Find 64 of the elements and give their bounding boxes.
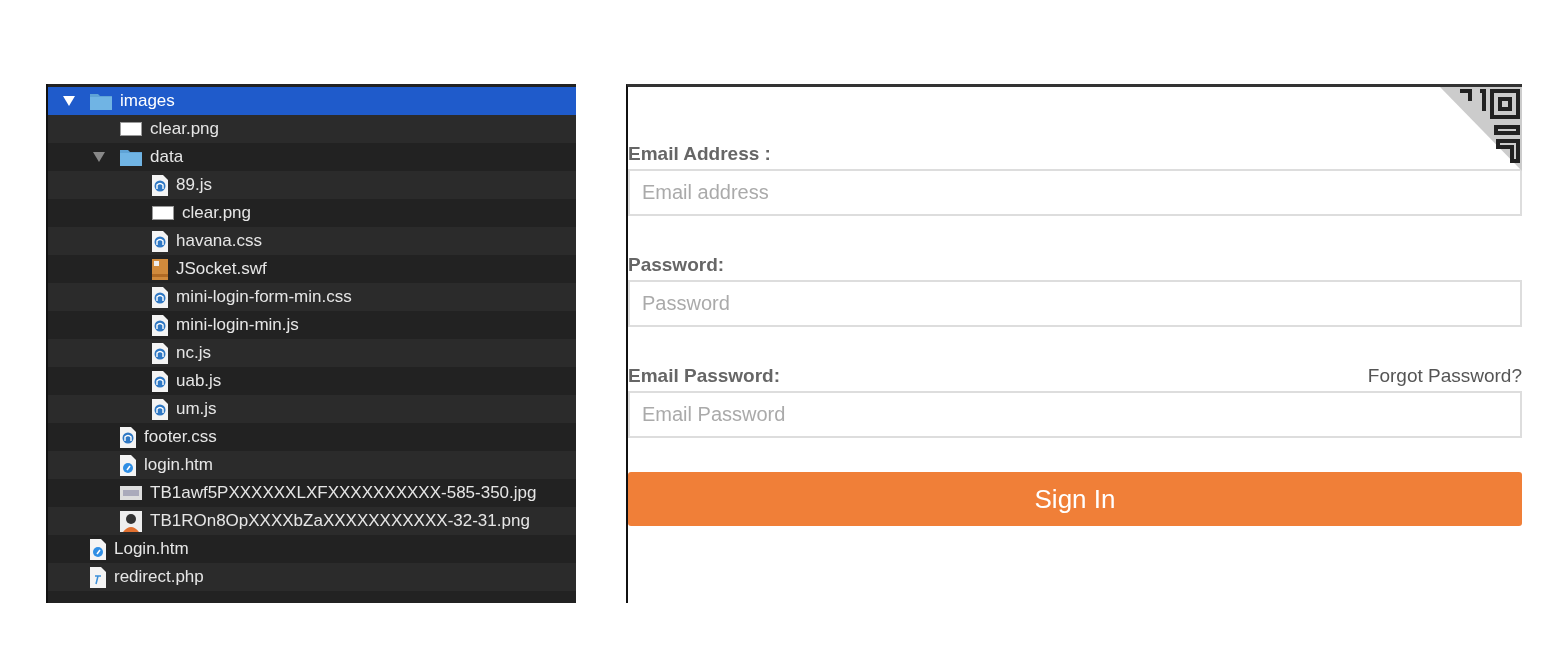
- code-file-icon: [152, 370, 168, 392]
- qr-code-icon[interactable]: [1440, 87, 1522, 171]
- tree-row[interactable]: redirect.php: [48, 563, 576, 591]
- tree-row[interactable]: images: [48, 87, 576, 115]
- file-name: Login.htm: [114, 539, 189, 559]
- archive-file-icon: [152, 258, 168, 280]
- tree-row[interactable]: data: [48, 143, 576, 171]
- tree-row[interactable]: um.js: [48, 395, 576, 423]
- file-name: login.htm: [144, 455, 213, 475]
- file-name: mini-login-min.js: [176, 315, 299, 335]
- image-file-icon: [120, 122, 142, 136]
- code-file-icon: [152, 398, 168, 420]
- tree-row[interactable]: mini-login-min.js: [48, 311, 576, 339]
- code-file-icon: [152, 342, 168, 364]
- input-field[interactable]: Email address: [628, 169, 1522, 216]
- file-name: havana.css: [176, 231, 262, 251]
- script-file-icon: [90, 566, 106, 588]
- file-name: JSocket.swf: [176, 259, 267, 279]
- file-name: clear.png: [150, 119, 219, 139]
- field-label: Password:: [628, 254, 725, 276]
- file-name: TB1ROn8OpXXXXbZaXXXXXXXXXXX-32-31.png: [150, 511, 530, 531]
- person-image-icon: [120, 510, 142, 532]
- file-name: uab.js: [176, 371, 222, 391]
- tree-row[interactable]: havana.css: [48, 227, 576, 255]
- file-name: 89.js: [176, 175, 212, 195]
- code-file-icon: [152, 174, 168, 196]
- file-name: TB1awf5PXXXXXXLXFXXXXXXXXXX-585-350.jpg: [150, 483, 537, 503]
- file-name: mini-login-form-min.css: [176, 287, 352, 307]
- code-file-icon: [120, 426, 136, 448]
- disclosure-triangle-icon[interactable]: [92, 151, 106, 163]
- tree-row[interactable]: TB1awf5PXXXXXXLXFXXXXXXXXXX-585-350.jpg: [48, 479, 576, 507]
- field-label: Email Password:: [628, 365, 781, 387]
- file-name: footer.css: [144, 427, 217, 447]
- disclosure-triangle-icon[interactable]: [62, 95, 76, 107]
- file-name: images: [120, 91, 175, 111]
- input-field[interactable]: Password: [628, 280, 1522, 327]
- tree-row[interactable]: clear.png: [48, 115, 576, 143]
- tree-row[interactable]: Login.htm: [48, 535, 576, 563]
- tree-row[interactable]: clear.png: [48, 199, 576, 227]
- file-name: clear.png: [182, 203, 251, 223]
- code-file-icon: [152, 314, 168, 336]
- tree-row[interactable]: uab.js: [48, 367, 576, 395]
- tree-row[interactable]: JSocket.swf: [48, 255, 576, 283]
- folder-icon: [120, 148, 142, 166]
- field-label: Email Address :: [628, 143, 771, 165]
- forgot-password-link[interactable]: Forgot Password?: [1367, 365, 1522, 387]
- file-name: um.js: [176, 399, 217, 419]
- tree-row[interactable]: footer.css: [48, 423, 576, 451]
- tree-row[interactable]: nc.js: [48, 339, 576, 367]
- folder-icon: [90, 92, 112, 110]
- tree-row[interactable]: login.htm: [48, 451, 576, 479]
- keyboard-image-icon: [120, 486, 142, 500]
- file-name: data: [150, 147, 184, 167]
- file-name: redirect.php: [114, 567, 204, 587]
- input-field[interactable]: Email Password: [628, 391, 1522, 438]
- file-name: nc.js: [176, 343, 211, 363]
- code-file-icon: [152, 286, 168, 308]
- image-file-icon: [152, 206, 174, 220]
- code-file-icon: [152, 230, 168, 252]
- compass-file-icon: [120, 454, 136, 476]
- tree-row[interactable]: 89.js: [48, 171, 576, 199]
- compass-file-icon: [90, 538, 106, 560]
- tree-row[interactable]: mini-login-form-min.css: [48, 283, 576, 311]
- tree-row[interactable]: TB1ROn8OpXXXXbZaXXXXXXXXXXX-32-31.png: [48, 507, 576, 535]
